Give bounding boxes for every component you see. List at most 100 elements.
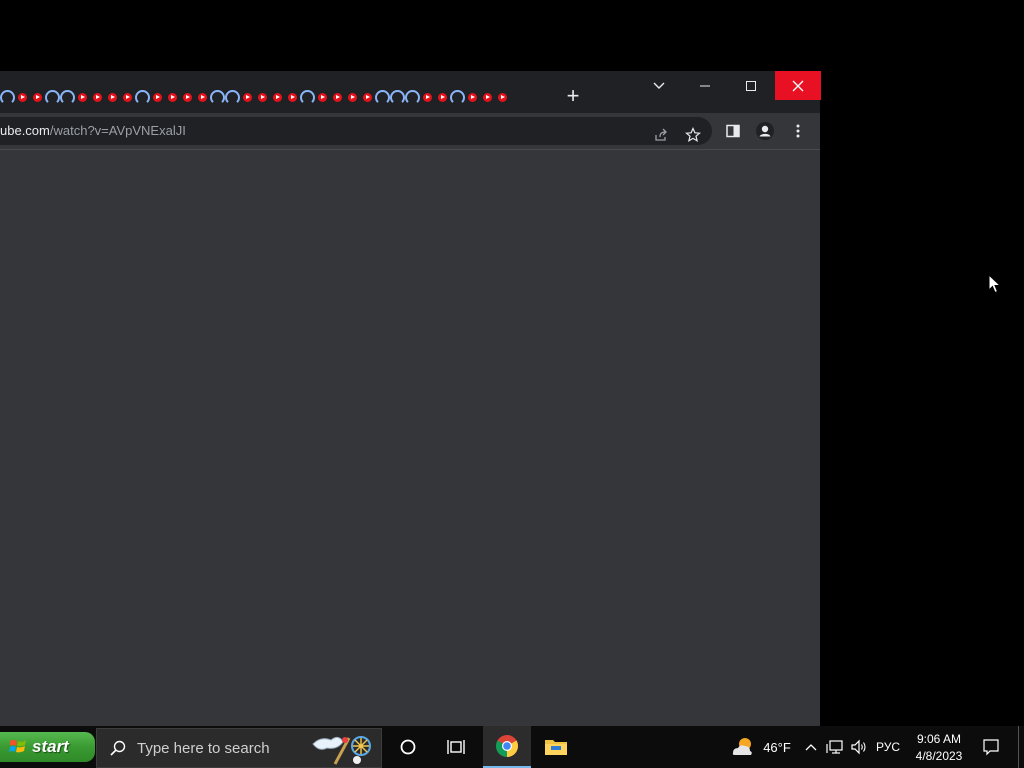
windows-logo-icon (9, 740, 26, 753)
browser-tab[interactable] (375, 89, 390, 105)
clock-time: 9:06 AM (916, 732, 962, 746)
show-desktop-divider (1018, 726, 1019, 768)
folder-icon (545, 740, 567, 755)
browser-tab[interactable] (420, 90, 435, 105)
youtube-icon (198, 92, 207, 102)
taskbar-file-explorer[interactable] (532, 726, 580, 768)
side-panel-icon (726, 124, 740, 138)
youtube-icon (153, 92, 162, 102)
url-host: ube.com (0, 123, 50, 138)
taskbar-chrome[interactable] (483, 726, 531, 768)
tab-strip: + (0, 71, 821, 113)
browser-tab[interactable] (75, 90, 90, 105)
clock[interactable]: 9:06 AM 4/8/2023 (906, 731, 972, 765)
browser-tab[interactable] (150, 90, 165, 105)
browser-tab[interactable] (480, 90, 495, 105)
browser-tab[interactable] (120, 90, 135, 105)
browser-tab[interactable] (135, 89, 150, 105)
browser-tab[interactable] (30, 90, 45, 105)
network-button[interactable] (824, 726, 846, 768)
youtube-icon (183, 92, 192, 102)
volume-button[interactable] (848, 726, 870, 768)
profile-button[interactable] (755, 121, 775, 141)
chrome-icon (496, 735, 518, 757)
youtube-icon (78, 92, 87, 102)
browser-tab[interactable] (210, 89, 225, 105)
cortana-button[interactable] (384, 726, 432, 768)
search-highlight-icon (312, 736, 371, 765)
language-button[interactable]: РУС (872, 726, 904, 768)
browser-tab[interactable] (405, 89, 420, 105)
youtube-icon (333, 92, 342, 102)
youtube-icon (123, 92, 132, 102)
youtube-icon (498, 92, 507, 102)
browser-tab[interactable] (195, 90, 210, 105)
url-text: ube.com/watch?v=AVpVNExalJI (0, 123, 186, 138)
browser-tab[interactable] (450, 89, 465, 105)
start-button[interactable]: start (0, 732, 95, 762)
browser-tab[interactable] (165, 90, 180, 105)
side-panel-button[interactable] (723, 121, 743, 141)
youtube-icon (423, 92, 432, 102)
browser-tab[interactable] (330, 90, 345, 105)
chrome-window: + ube.com/watch?v=AVpVNExalJI (0, 71, 821, 726)
browser-tab[interactable] (390, 89, 405, 105)
task-view-icon (447, 740, 465, 754)
taskbar-search[interactable]: Type here to search (96, 728, 382, 768)
youtube-icon (243, 92, 252, 102)
minimize-button[interactable] (682, 71, 728, 100)
url-path: /watch?v=AVpVNExalJI (49, 123, 186, 138)
search-icon (110, 740, 126, 756)
new-tab-button[interactable]: + (562, 85, 584, 107)
share-button[interactable] (651, 125, 671, 145)
browser-tab[interactable] (0, 89, 15, 105)
notifications-button[interactable] (976, 726, 1006, 768)
network-icon (826, 740, 843, 754)
close-button[interactable] (775, 71, 821, 100)
weather-partly-cloudy-icon (732, 738, 752, 755)
chevron-down-icon (653, 82, 665, 89)
address-bar[interactable]: ube.com/watch?v=AVpVNExalJI (0, 117, 712, 145)
browser-tab[interactable] (15, 90, 30, 105)
browser-tab[interactable] (270, 90, 285, 105)
notification-icon (983, 739, 999, 756)
menu-button[interactable] (788, 121, 808, 141)
browser-tab[interactable] (105, 90, 120, 105)
weather-widget[interactable] (726, 726, 760, 768)
browser-tab[interactable] (345, 90, 360, 105)
youtube-icon (483, 92, 492, 102)
browser-tab[interactable] (240, 90, 255, 105)
weather-temp-item[interactable]: 46°F (760, 726, 794, 768)
share-icon (655, 128, 667, 141)
mouse-cursor (988, 273, 1002, 299)
cortana-icon (400, 739, 416, 755)
browser-tab[interactable] (90, 90, 105, 105)
task-view-button[interactable] (432, 726, 480, 768)
tray-overflow-button[interactable] (802, 726, 820, 768)
tab-search-button[interactable] (650, 77, 668, 95)
taskbar: start Type here to search 46°F РУС 9:06 … (0, 726, 1024, 768)
maximize-button[interactable] (728, 71, 774, 100)
browser-tab[interactable] (435, 90, 450, 105)
youtube-icon (363, 92, 372, 102)
browser-tab[interactable] (315, 90, 330, 105)
browser-tab[interactable] (60, 89, 75, 105)
weather-temp: 46°F (763, 739, 791, 755)
browser-tab[interactable] (285, 90, 300, 105)
browser-tab[interactable] (45, 89, 60, 105)
browser-tab[interactable] (180, 90, 195, 105)
start-label: start (32, 737, 69, 756)
page-content[interactable] (0, 150, 820, 726)
minimize-icon (700, 85, 710, 86)
browser-tab[interactable] (255, 90, 270, 105)
youtube-icon (33, 92, 42, 102)
browser-tab[interactable] (465, 90, 480, 105)
browser-tab[interactable] (360, 90, 375, 105)
browser-tab[interactable] (225, 89, 240, 105)
youtube-icon (318, 92, 327, 102)
speaker-icon (851, 739, 866, 755)
browser-tab[interactable] (495, 90, 510, 105)
close-icon (792, 80, 804, 91)
browser-tab[interactable] (300, 89, 315, 105)
bookmark-button[interactable] (683, 125, 703, 145)
